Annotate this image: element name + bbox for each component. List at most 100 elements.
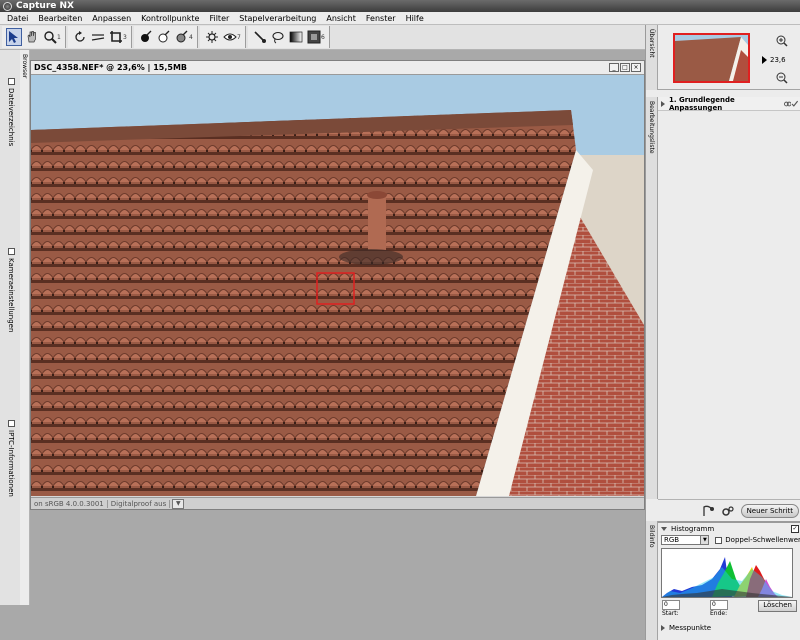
hand-icon[interactable] bbox=[24, 28, 40, 46]
gradient-icon[interactable] bbox=[288, 28, 304, 46]
title-bar: Capture NX bbox=[0, 0, 800, 12]
fill-icon[interactable] bbox=[306, 28, 322, 46]
check-icon[interactable] bbox=[791, 100, 799, 108]
end-label: Ende: bbox=[710, 610, 728, 617]
browser-tab-label: Browser bbox=[21, 54, 28, 79]
edit-list-tab-label: Bearbeitungsliste bbox=[648, 101, 655, 154]
tab-checkbox[interactable] bbox=[7, 420, 15, 427]
start-label: Start: bbox=[662, 610, 679, 617]
histogram-controls: RGB ▼ Doppel-Schwellenwert bbox=[658, 534, 800, 546]
straighten-icon[interactable] bbox=[90, 28, 106, 46]
menu-stapelverarbeitung[interactable]: Stapelverarbeitung bbox=[234, 14, 321, 23]
menu-kontrollpunkte[interactable]: Kontrollpunkte bbox=[136, 14, 204, 23]
lasso-icon[interactable] bbox=[270, 28, 286, 46]
overview-panel: 23,6 % bbox=[658, 25, 800, 90]
step-item[interactable]: 1. Grundlegende Anpassungen bbox=[658, 95, 800, 112]
histogram-header: Histogramm ✓ bbox=[658, 523, 800, 534]
menu-datei[interactable]: Datei bbox=[2, 14, 33, 23]
settings-gears-icon[interactable] bbox=[721, 504, 735, 518]
menu-hilfe[interactable]: Hilfe bbox=[401, 14, 429, 23]
tool-group-points: 4 bbox=[134, 26, 198, 48]
tab-file-directory[interactable]: Dateiverzeichnis bbox=[4, 78, 18, 146]
tool-group-selection: 6 bbox=[248, 26, 330, 48]
tool-group-transform: 3 bbox=[68, 26, 132, 48]
soft-proof-text: Digitalproof aus bbox=[108, 499, 171, 508]
edit-list-panel: 1. Grundlegende Anpassungen bbox=[658, 95, 800, 497]
end-value-field[interactable]: 0 bbox=[710, 600, 728, 610]
red-eye-icon[interactable] bbox=[222, 28, 238, 46]
collapse-icon[interactable] bbox=[661, 526, 667, 531]
app-icon bbox=[3, 1, 12, 11]
image-canvas[interactable] bbox=[31, 75, 644, 496]
soft-proof-dropdown[interactable]: ▼ bbox=[172, 498, 185, 509]
tab-checkbox[interactable] bbox=[7, 248, 15, 255]
measure-points-label: Messpunkte bbox=[669, 624, 712, 632]
double-threshold-checkbox[interactable] bbox=[715, 536, 723, 544]
menu-filter[interactable]: Filter bbox=[204, 14, 234, 23]
menu-bearbeiten[interactable]: Bearbeiten bbox=[33, 14, 87, 23]
histogram-close-checkbox[interactable]: ✓ bbox=[791, 524, 799, 533]
browser-tab[interactable]: Browser bbox=[20, 50, 30, 605]
control-point-icon[interactable] bbox=[701, 504, 715, 518]
maximize-button[interactable]: □ bbox=[620, 63, 630, 72]
link-icon[interactable] bbox=[783, 100, 792, 108]
right-panel: Übersicht 23,6 % Bearbeitungsliste 1. Gr… bbox=[645, 25, 800, 640]
chevron-down-icon: ▼ bbox=[700, 536, 709, 544]
channel-value: RGB bbox=[664, 536, 680, 544]
tab-checkbox[interactable] bbox=[7, 78, 15, 85]
image-info-tab-label: Bildinfo bbox=[648, 525, 655, 548]
menu-fenster[interactable]: Fenster bbox=[361, 14, 401, 23]
step-label: 1. Grundlegende Anpassungen bbox=[669, 95, 735, 112]
histogram-values: 0 Start: 0 Ende: Löschen bbox=[658, 600, 800, 624]
expand-icon[interactable] bbox=[661, 100, 665, 107]
zoom-out-icon[interactable] bbox=[776, 72, 788, 84]
overview-tab[interactable]: Übersicht bbox=[646, 25, 658, 90]
start-value-field[interactable]: 0 bbox=[662, 600, 680, 610]
tool-group-num: 1 bbox=[57, 33, 61, 41]
expand-icon[interactable] bbox=[661, 625, 665, 631]
document-title: DSC_4358.NEF* @ 23,6% | 15,5MB bbox=[34, 63, 187, 72]
tool-group-num: 3 bbox=[123, 33, 127, 41]
select-arrow-icon[interactable] bbox=[6, 28, 22, 46]
color-profile-text: on sRGB 4.0.0.3001 bbox=[31, 499, 108, 508]
histogram-graph[interactable] bbox=[661, 548, 793, 598]
document-window: DSC_4358.NEF* @ 23,6% | 15,5MB _ □ × on … bbox=[30, 60, 645, 510]
crop-icon[interactable] bbox=[108, 28, 124, 46]
rotate-icon[interactable] bbox=[72, 28, 88, 46]
minimize-button[interactable]: _ bbox=[609, 63, 619, 72]
color-control-point-icon[interactable] bbox=[204, 28, 220, 46]
image-info-tab[interactable]: Bildinfo bbox=[646, 521, 658, 640]
tab-file-directory-label: Dateiverzeichnis bbox=[7, 88, 15, 147]
tab-iptc[interactable]: IPTC-Informationen bbox=[4, 420, 18, 497]
window-controls: _ □ × bbox=[608, 63, 641, 72]
white-point-icon[interactable] bbox=[156, 28, 172, 46]
tab-camera-settings-label: Kameraeinstellungen bbox=[7, 258, 15, 333]
menu-anpassen[interactable]: Anpassen bbox=[87, 14, 136, 23]
zoom-pointer bbox=[762, 56, 767, 64]
new-step-button[interactable]: Neuer Schritt bbox=[740, 503, 799, 518]
edit-list-footer: Neuer Schritt bbox=[658, 499, 800, 521]
zoom-value[interactable]: 23,6 bbox=[770, 56, 786, 64]
menu-bar: Datei Bearbeiten Anpassen Kontrollpunkte… bbox=[0, 12, 800, 25]
document-status-bar: on sRGB 4.0.0.3001 Digitalproof aus ▼ bbox=[31, 497, 644, 509]
close-button[interactable]: × bbox=[631, 63, 641, 72]
zoom-icon[interactable] bbox=[42, 28, 58, 46]
tab-camera-settings[interactable]: Kameraeinstellungen bbox=[4, 248, 18, 332]
roof-photo bbox=[31, 75, 644, 496]
app-title: Capture NX bbox=[16, 1, 74, 11]
tool-group-num: 4 bbox=[189, 33, 193, 41]
brush-icon[interactable] bbox=[252, 28, 268, 46]
edit-list-tab[interactable]: Bearbeitungsliste bbox=[646, 97, 658, 499]
toolbar: 1 3 4 7 6 bbox=[0, 25, 645, 50]
clear-button[interactable]: Löschen bbox=[758, 600, 797, 612]
measure-points-row[interactable]: Messpunkte bbox=[658, 624, 800, 632]
overview-thumbnail[interactable] bbox=[673, 33, 750, 83]
tool-group-num: 7 bbox=[237, 33, 241, 41]
neutral-point-icon[interactable] bbox=[174, 28, 190, 46]
tool-group-control-points: 7 bbox=[200, 26, 246, 48]
zoom-in-icon[interactable] bbox=[776, 35, 788, 47]
black-point-icon[interactable] bbox=[138, 28, 154, 46]
channel-select[interactable]: RGB ▼ bbox=[661, 535, 710, 545]
overview-tab-label: Übersicht bbox=[648, 29, 655, 58]
menu-ansicht[interactable]: Ansicht bbox=[321, 14, 361, 23]
